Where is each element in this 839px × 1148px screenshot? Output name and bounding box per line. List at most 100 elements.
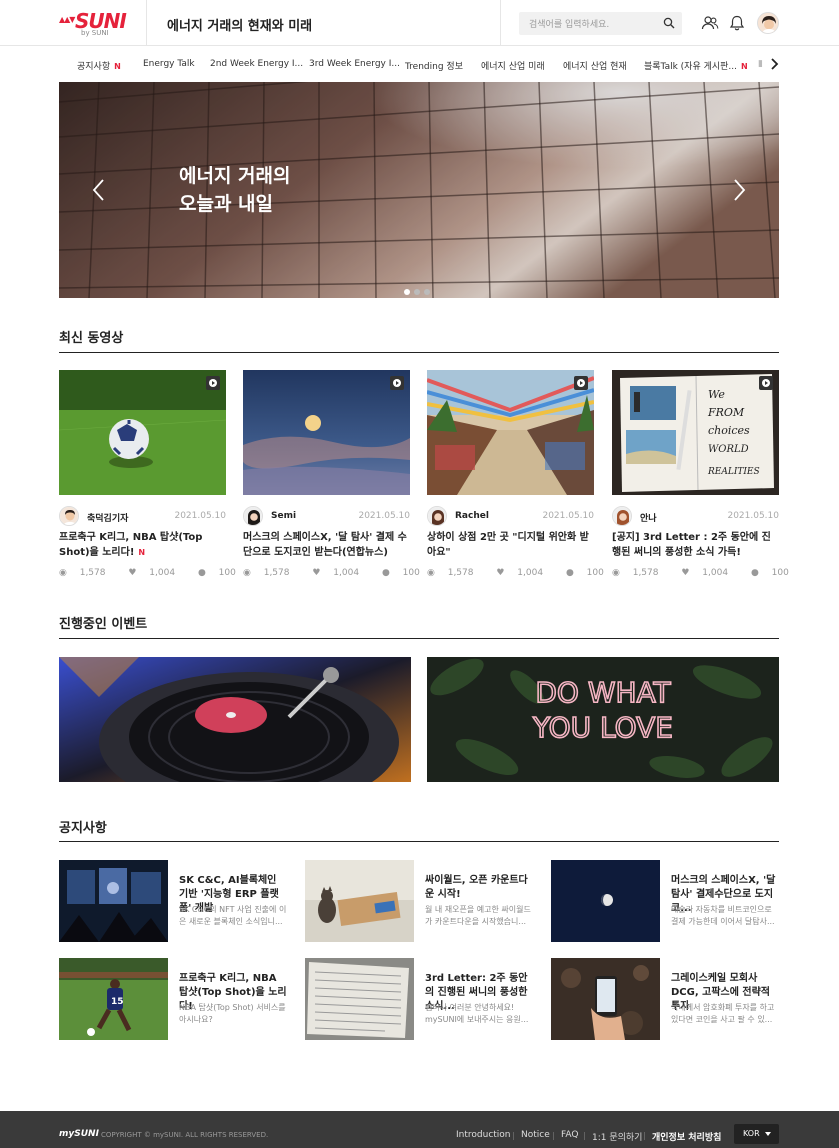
svg-text:FROM: FROM bbox=[707, 406, 745, 419]
video-date: 2021.05.10 bbox=[174, 511, 226, 521]
carousel-dot[interactable] bbox=[404, 289, 410, 295]
hero-banner[interactable]: 에너지 거래의 오늘과 내일 bbox=[59, 82, 779, 298]
video-author: 안나 bbox=[640, 514, 657, 524]
video-stats: ◉ 1,578 ♥ 1,004 ● 100 bbox=[243, 568, 440, 578]
copyright: COPYRIGHT © mySUNI. ALL RIGHTS RESERVED. bbox=[101, 1131, 269, 1139]
search-input[interactable]: 검색어를 입력하세요. bbox=[519, 12, 682, 35]
heart-icon: ♥ bbox=[128, 568, 140, 578]
notice-card[interactable]: 머스크의 스페이스X, '달 탐사' 결제수단으로 도지코... 테슬라 자동차… bbox=[551, 860, 779, 942]
video-title[interactable]: [공지] 3rd Letter : 2주 동안에 진행된 써니의 풍성한 소식 … bbox=[612, 530, 779, 560]
event-banner[interactable] bbox=[59, 657, 411, 782]
notice-card[interactable]: 싸이월드, 오픈 카운트다운 시작! 월 내 재오픈을 예고한 싸이월드가 카운… bbox=[305, 860, 533, 942]
tab-block-talk[interactable]: 블록Talk (자유 게시판... N bbox=[644, 59, 748, 72]
logo[interactable]: ▲▲▼ SUNI by SUNI bbox=[59, 9, 127, 37]
neon-sign-image: DO WHAT YOU LOVE bbox=[427, 657, 779, 782]
tab-3rd-week[interactable]: 3rd Week Energy I... bbox=[309, 59, 400, 69]
video-thumbnail[interactable] bbox=[59, 370, 226, 495]
chevron-right-icon[interactable] bbox=[768, 57, 780, 71]
notice-card[interactable]: SK C&C, AI블록체인 기반 '지능형 ERP 플랫폼' 개발 SK C&… bbox=[59, 860, 287, 942]
header: ▲▲▼ SUNI by SUNI 에너지 거래의 현재와 미래 검색어를 입력하… bbox=[0, 0, 839, 46]
likes-count: 1,004 bbox=[149, 568, 176, 578]
footer-link-introduction[interactable]: Introduction bbox=[456, 1130, 511, 1140]
divider bbox=[59, 841, 779, 842]
video-date: 2021.05.10 bbox=[358, 511, 410, 521]
neon-text: YOU LOVE bbox=[532, 711, 673, 744]
tab-2nd-week[interactable]: 2nd Week Energy I... bbox=[210, 59, 303, 69]
language-select[interactable]: KOR bbox=[734, 1124, 779, 1144]
footer-logo: mySUNI bbox=[59, 1129, 99, 1139]
comments-stat: ● 100 bbox=[566, 568, 614, 578]
footer-link-inquiry[interactable]: 1:1 문의하기 bbox=[592, 1130, 642, 1143]
soccer-player-image: 15 bbox=[59, 958, 168, 1040]
eye-icon: ◉ bbox=[612, 568, 623, 578]
svg-text:choices: choices bbox=[708, 424, 750, 437]
footer-link-faq[interactable]: FAQ bbox=[561, 1130, 578, 1140]
notice-thumbnail bbox=[551, 958, 660, 1040]
notice-desc: NBA 탑샷(Top Shot) 서비스를 아시나요? bbox=[179, 1003, 286, 1024]
carousel-dot[interactable] bbox=[414, 289, 420, 295]
video-thumbnail[interactable]: We FROM choices WORLD REALITIES bbox=[612, 370, 779, 495]
phone-hand-image bbox=[551, 958, 660, 1040]
footer-separator: | bbox=[512, 1131, 515, 1140]
video-title[interactable]: 머스크의 스페이스X, '달 탐사' 결제 수단으로 도지코인 받는다(연합뉴스… bbox=[243, 530, 410, 560]
hero-building-image bbox=[59, 82, 779, 298]
likes-count: 1,004 bbox=[333, 568, 360, 578]
avatar[interactable] bbox=[757, 12, 779, 34]
avatar bbox=[612, 506, 632, 526]
comments-count: 100 bbox=[402, 568, 420, 578]
header-divider bbox=[500, 0, 501, 46]
views-stat: ◉ 1,578 bbox=[427, 568, 483, 578]
footer-link-privacy[interactable]: 개인정보 처리방침 bbox=[652, 1130, 721, 1143]
tab-notice[interactable]: 공지사항 N bbox=[77, 59, 121, 72]
event-banner[interactable]: DO WHAT YOU LOVE bbox=[427, 657, 779, 782]
comments-count: 100 bbox=[771, 568, 789, 578]
tab-label: 에너지 산업 현재 bbox=[563, 62, 627, 72]
bell-icon[interactable] bbox=[728, 14, 746, 32]
notice-thumbnail bbox=[551, 860, 660, 942]
new-badge: N bbox=[114, 62, 121, 71]
video-stats: ◉ 1,578 ♥ 1,004 ● 100 bbox=[59, 568, 256, 578]
notice-desc: 테슬라 자동차를 비트코인으로 결제 가능한데 이어서 달탐사... bbox=[671, 905, 775, 926]
eye-icon: ◉ bbox=[243, 568, 254, 578]
users-icon[interactable] bbox=[701, 14, 719, 32]
video-title[interactable]: 상하이 상점 2만 곳 "디지털 위안화 받아요" bbox=[427, 530, 594, 560]
chevron-right-icon[interactable] bbox=[731, 178, 747, 202]
video-title-text: 상하이 상점 2만 곳 "디지털 위안화 받아요" bbox=[427, 532, 589, 558]
video-card[interactable]: Rachel 2021.05.10 상하이 상점 2만 곳 "디지털 위안화 받… bbox=[427, 370, 604, 585]
video-play-icon bbox=[390, 376, 404, 390]
heart-icon: ♥ bbox=[496, 568, 508, 578]
video-play-icon bbox=[759, 376, 773, 390]
video-thumbnail[interactable] bbox=[427, 370, 594, 495]
footer-separator: | bbox=[583, 1131, 586, 1140]
tab-trending[interactable]: Trending 정보 bbox=[405, 59, 463, 72]
heart-icon: ♥ bbox=[681, 568, 693, 578]
tab-industry-present[interactable]: 에너지 산업 현재 bbox=[563, 59, 627, 72]
video-thumbnail[interactable] bbox=[243, 370, 410, 495]
likes-stat: ♥ 1,004 bbox=[128, 568, 185, 578]
carousel-dots bbox=[404, 280, 434, 295]
video-card[interactable]: We FROM choices WORLD REALITIES 안나 2021.… bbox=[612, 370, 789, 585]
views-count: 1,578 bbox=[632, 568, 659, 578]
tab-energy-talk[interactable]: Energy Talk bbox=[143, 59, 195, 69]
video-card[interactable]: Semi 2021.05.10 머스크의 스페이스X, '달 탐사' 결제 수단… bbox=[243, 370, 420, 585]
hero-caption-line: 오늘과 내일 bbox=[179, 193, 274, 215]
video-title[interactable]: 프로축구 K리그, NBA 탑샷(Top Shot)을 노리다! N bbox=[59, 530, 226, 560]
avatar bbox=[243, 506, 263, 526]
notice-thumbnail: 15 bbox=[59, 958, 168, 1040]
carousel-dot[interactable] bbox=[424, 289, 430, 295]
eye-icon: ◉ bbox=[427, 568, 438, 578]
notice-card[interactable]: 그레이스케일 모회사 DCG, 고팍스에 전략적 투자 국내에서 암호화폐 투자… bbox=[551, 958, 779, 1040]
video-author: 축덕김기자 bbox=[87, 514, 129, 524]
svg-text:WORLD: WORLD bbox=[708, 444, 749, 455]
video-card[interactable]: 축덕김기자 2021.05.10 프로축구 K리그, NBA 탑샷(Top Sh… bbox=[59, 370, 236, 585]
chevron-left-icon[interactable] bbox=[91, 178, 107, 202]
notice-card[interactable]: 3rd Letter: 2주 동안의 진행된 써니의 풍성한 소식... 멤버사… bbox=[305, 958, 533, 1040]
avatar bbox=[427, 506, 447, 526]
tab-industry-future[interactable]: 에너지 산업 미래 bbox=[481, 59, 545, 72]
video-title-text: 프로축구 K리그, NBA 탑샷(Top Shot)을 노리다! bbox=[59, 532, 203, 558]
notice-card[interactable]: 15 프로축구 K리그, NBA 탑샷(Top Shot)을 노리다! NBA … bbox=[59, 958, 287, 1040]
footer-link-notice[interactable]: Notice bbox=[521, 1130, 550, 1140]
notebook-image: We FROM choices WORLD REALITIES bbox=[612, 370, 779, 495]
comments-stat: ● 100 bbox=[751, 568, 799, 578]
search-icon[interactable] bbox=[663, 17, 675, 29]
